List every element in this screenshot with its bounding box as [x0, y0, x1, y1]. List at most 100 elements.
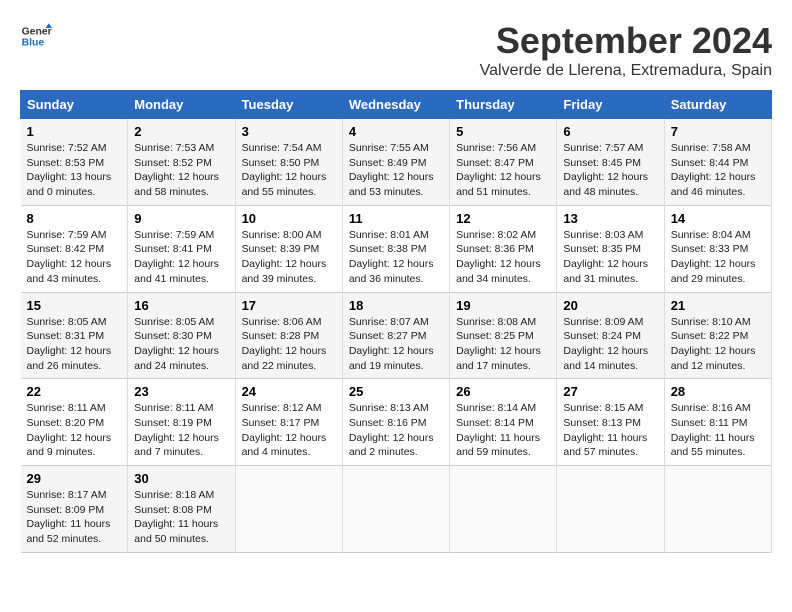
day-number: 22 [27, 384, 122, 399]
day-info: Sunrise: 7:59 AM Sunset: 8:42 PM Dayligh… [27, 228, 122, 287]
day-number: 12 [456, 211, 550, 226]
day-number: 20 [563, 298, 657, 313]
day-number: 8 [27, 211, 122, 226]
day-info: Sunrise: 8:18 AM Sunset: 8:08 PM Dayligh… [134, 488, 228, 547]
weekday-header: Monday [128, 91, 235, 119]
calendar-day-cell: 13 Sunrise: 8:03 AM Sunset: 8:35 PM Dayli… [557, 205, 664, 292]
day-number: 18 [349, 298, 443, 313]
calendar-week-row: 8 Sunrise: 7:59 AM Sunset: 8:42 PM Daylig… [21, 205, 772, 292]
weekday-header: Sunday [21, 91, 128, 119]
calendar-day-cell: 26 Sunrise: 8:14 AM Sunset: 8:14 PM Dayli… [450, 379, 557, 466]
calendar-day-cell [557, 466, 664, 553]
day-info: Sunrise: 7:53 AM Sunset: 8:52 PM Dayligh… [134, 141, 228, 200]
day-number: 10 [242, 211, 336, 226]
day-number: 19 [456, 298, 550, 313]
day-number: 15 [27, 298, 122, 313]
weekday-header: Tuesday [235, 91, 342, 119]
calendar-day-cell: 23 Sunrise: 8:11 AM Sunset: 8:19 PM Dayli… [128, 379, 235, 466]
calendar-day-cell: 8 Sunrise: 7:59 AM Sunset: 8:42 PM Daylig… [21, 205, 128, 292]
day-number: 23 [134, 384, 228, 399]
calendar-day-cell: 24 Sunrise: 8:12 AM Sunset: 8:17 PM Dayli… [235, 379, 342, 466]
calendar-day-cell: 18Sunrise: 8:07 AM Sunset: 8:27 PM Dayli… [342, 292, 449, 379]
day-number: 24 [242, 384, 336, 399]
calendar-day-cell: 6 Sunrise: 7:57 AM Sunset: 8:45 PM Daylig… [557, 119, 664, 206]
day-number: 13 [563, 211, 657, 226]
day-number: 7 [671, 124, 765, 139]
day-info: Sunrise: 8:06 AM Sunset: 8:28 PM Dayligh… [242, 315, 336, 374]
day-info: Sunrise: 8:03 AM Sunset: 8:35 PM Dayligh… [563, 228, 657, 287]
day-number: 2 [134, 124, 228, 139]
day-info: Sunrise: 8:02 AM Sunset: 8:36 PM Dayligh… [456, 228, 550, 287]
calendar-day-cell: 29 Sunrise: 8:17 AM Sunset: 8:09 PM Dayli… [21, 466, 128, 553]
day-number: 4 [349, 124, 443, 139]
day-info: Sunrise: 8:13 AM Sunset: 8:16 PM Dayligh… [349, 401, 443, 460]
calendar-day-cell: 25 Sunrise: 8:13 AM Sunset: 8:16 PM Dayli… [342, 379, 449, 466]
calendar-day-cell: 10 Sunrise: 8:00 AM Sunset: 8:39 PM Dayli… [235, 205, 342, 292]
day-info: Sunrise: 7:55 AM Sunset: 8:49 PM Dayligh… [349, 141, 443, 200]
calendar-day-cell: 7 Sunrise: 7:58 AM Sunset: 8:44 PM Daylig… [664, 119, 771, 206]
calendar-day-cell: 3 Sunrise: 7:54 AM Sunset: 8:50 PM Daylig… [235, 119, 342, 206]
calendar-day-cell: 4 Sunrise: 7:55 AM Sunset: 8:49 PM Daylig… [342, 119, 449, 206]
calendar-day-cell: 22 Sunrise: 8:11 AM Sunset: 8:20 PM Dayli… [21, 379, 128, 466]
day-info: Sunrise: 8:01 AM Sunset: 8:38 PM Dayligh… [349, 228, 443, 287]
header: General Blue September 2024 Valverde de … [20, 20, 772, 80]
day-number: 17 [242, 298, 336, 313]
day-info: Sunrise: 7:59 AM Sunset: 8:41 PM Dayligh… [134, 228, 228, 287]
location-subtitle: Valverde de Llerena, Extremadura, Spain [480, 62, 772, 80]
day-info: Sunrise: 8:17 AM Sunset: 8:09 PM Dayligh… [27, 488, 122, 547]
weekday-header-row: SundayMondayTuesdayWednesdayThursdayFrid… [21, 91, 772, 119]
day-number: 27 [563, 384, 657, 399]
svg-text:Blue: Blue [22, 38, 45, 49]
day-info: Sunrise: 8:10 AM Sunset: 8:22 PM Dayligh… [671, 315, 765, 374]
title-area: September 2024 Valverde de Llerena, Extr… [480, 20, 772, 80]
calendar-day-cell [235, 466, 342, 553]
day-info: Sunrise: 8:09 AM Sunset: 8:24 PM Dayligh… [563, 315, 657, 374]
calendar-week-row: 15Sunrise: 8:05 AM Sunset: 8:31 PM Dayli… [21, 292, 772, 379]
day-info: Sunrise: 7:54 AM Sunset: 8:50 PM Dayligh… [242, 141, 336, 200]
day-number: 3 [242, 124, 336, 139]
day-number: 26 [456, 384, 550, 399]
day-number: 6 [563, 124, 657, 139]
calendar-day-cell: 15Sunrise: 8:05 AM Sunset: 8:31 PM Dayli… [21, 292, 128, 379]
day-number: 25 [349, 384, 443, 399]
calendar-day-cell [664, 466, 771, 553]
weekday-header: Thursday [450, 91, 557, 119]
calendar-day-cell: 20 Sunrise: 8:09 AM Sunset: 8:24 PM Dayli… [557, 292, 664, 379]
calendar-day-cell: 21Sunrise: 8:10 AM Sunset: 8:22 PM Dayli… [664, 292, 771, 379]
day-number: 1 [27, 124, 122, 139]
day-info: Sunrise: 7:57 AM Sunset: 8:45 PM Dayligh… [563, 141, 657, 200]
weekday-header: Saturday [664, 91, 771, 119]
day-number: 30 [134, 471, 228, 486]
calendar-day-cell: 30 Sunrise: 8:18 AM Sunset: 8:08 PM Dayli… [128, 466, 235, 553]
day-info: Sunrise: 8:11 AM Sunset: 8:19 PM Dayligh… [134, 401, 228, 460]
day-info: Sunrise: 8:04 AM Sunset: 8:33 PM Dayligh… [671, 228, 765, 287]
calendar-day-cell: 17 Sunrise: 8:06 AM Sunset: 8:28 PM Dayli… [235, 292, 342, 379]
calendar-day-cell: 9Sunrise: 7:59 AM Sunset: 8:41 PM Daylig… [128, 205, 235, 292]
logo: General Blue [20, 20, 52, 52]
day-info: Sunrise: 8:16 AM Sunset: 8:11 PM Dayligh… [671, 401, 765, 460]
calendar-day-cell: 11Sunrise: 8:01 AM Sunset: 8:38 PM Dayli… [342, 205, 449, 292]
day-info: Sunrise: 8:11 AM Sunset: 8:20 PM Dayligh… [27, 401, 122, 460]
day-number: 28 [671, 384, 765, 399]
day-number: 16 [134, 298, 228, 313]
day-number: 5 [456, 124, 550, 139]
calendar-day-cell: 28 Sunrise: 8:16 AM Sunset: 8:11 PM Dayli… [664, 379, 771, 466]
day-info: Sunrise: 8:12 AM Sunset: 8:17 PM Dayligh… [242, 401, 336, 460]
day-number: 14 [671, 211, 765, 226]
day-info: Sunrise: 8:14 AM Sunset: 8:14 PM Dayligh… [456, 401, 550, 460]
calendar-day-cell: 12 Sunrise: 8:02 AM Sunset: 8:36 PM Dayli… [450, 205, 557, 292]
day-info: Sunrise: 8:00 AM Sunset: 8:39 PM Dayligh… [242, 228, 336, 287]
day-info: Sunrise: 7:52 AM Sunset: 8:53 PM Dayligh… [27, 141, 122, 200]
day-info: Sunrise: 8:05 AM Sunset: 8:30 PM Dayligh… [134, 315, 228, 374]
day-info: Sunrise: 7:58 AM Sunset: 8:44 PM Dayligh… [671, 141, 765, 200]
calendar-week-row: 22 Sunrise: 8:11 AM Sunset: 8:20 PM Dayli… [21, 379, 772, 466]
day-number: 29 [27, 471, 122, 486]
calendar-day-cell: 16 Sunrise: 8:05 AM Sunset: 8:30 PM Dayli… [128, 292, 235, 379]
calendar-day-cell [450, 466, 557, 553]
calendar-week-row: 1 Sunrise: 7:52 AM Sunset: 8:53 PM Daylig… [21, 119, 772, 206]
day-info: Sunrise: 8:15 AM Sunset: 8:13 PM Dayligh… [563, 401, 657, 460]
calendar-week-row: 29 Sunrise: 8:17 AM Sunset: 8:09 PM Dayli… [21, 466, 772, 553]
calendar-day-cell: 2 Sunrise: 7:53 AM Sunset: 8:52 PM Daylig… [128, 119, 235, 206]
svg-text:General: General [22, 26, 52, 37]
calendar-day-cell: 5Sunrise: 7:56 AM Sunset: 8:47 PM Daylig… [450, 119, 557, 206]
